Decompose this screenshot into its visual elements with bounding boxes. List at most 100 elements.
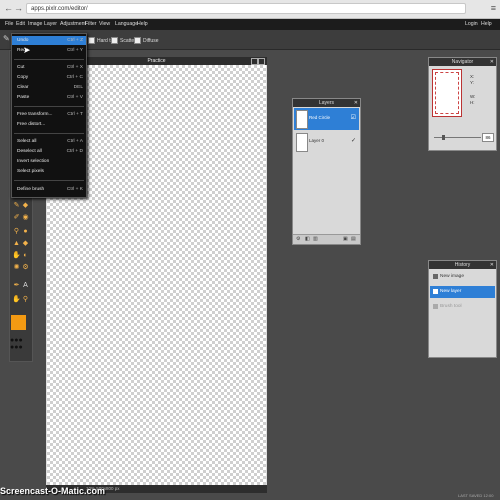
- sponge-icon[interactable]: ▲: [12, 239, 21, 248]
- zoom-icon[interactable]: ⚲: [21, 295, 30, 304]
- new-layer-icon[interactable]: ▣: [343, 236, 348, 242]
- back-icon[interactable]: ←: [4, 4, 13, 13]
- zoom-slider[interactable]: [434, 135, 481, 140]
- mouse-cursor-icon: ➤: [23, 45, 31, 55]
- browser-menu-icon[interactable]: ≡: [491, 3, 496, 13]
- menu-item-undo[interactable]: Undo Ctrl + Z: [12, 36, 86, 45]
- diffuse-label: Diffuse: [143, 37, 159, 44]
- menu-item-shortcut: Ctrl + Y: [66, 48, 83, 53]
- text-icon[interactable]: A: [21, 281, 30, 290]
- visibility-check-icon[interactable]: ✓: [351, 137, 356, 144]
- close-icon[interactable]: [258, 58, 265, 65]
- blur-icon[interactable]: ◆: [21, 239, 30, 248]
- layer-name: Red Circle: [309, 115, 331, 120]
- history-icon: [433, 274, 438, 279]
- history-panel: History ✕ New image New layer Brush tool: [428, 260, 497, 358]
- menu-item-label: Paste: [17, 95, 30, 100]
- layer-thumbnail: [296, 110, 308, 129]
- layer-row[interactable]: Layer 0 ✓: [294, 131, 359, 153]
- address-bar[interactable]: apps.pixlr.com/editor/: [26, 3, 466, 14]
- menu-divider: [14, 59, 84, 60]
- maximize-icon[interactable]: [251, 58, 258, 65]
- layer-row-selected[interactable]: Red Circle ☑: [294, 108, 359, 130]
- forward-icon[interactable]: →: [14, 4, 23, 13]
- navigator-panel: Navigator ✕ X: Y: W: H: 86: [428, 57, 497, 151]
- color-swatch[interactable]: [11, 315, 26, 330]
- dodge-icon[interactable]: ◐: [21, 251, 30, 260]
- layer-settings-icon[interactable]: ⚙: [296, 236, 300, 242]
- menu-view[interactable]: View: [99, 21, 110, 28]
- pencil-icon[interactable]: ✐: [12, 213, 21, 222]
- history-label: Brush tool: [440, 304, 462, 309]
- menu-divider: [14, 180, 84, 181]
- hand-icon[interactable]: ✋: [12, 295, 21, 304]
- layer-style-icon[interactable]: ▥: [313, 236, 318, 242]
- nav-h-label: H:: [470, 100, 475, 105]
- drop-icon[interactable]: ●: [21, 227, 30, 236]
- zoom-slider-handle[interactable]: [442, 135, 445, 140]
- palette-dots-icon[interactable]: ●●● ●●●: [10, 337, 30, 351]
- menu-image[interactable]: Image: [28, 21, 42, 28]
- layers-panel: Layers ✕ Red Circle ☑ Layer 0 ✓ ⚙ ◧ ▥ ▣ ▤: [292, 98, 361, 245]
- login-link[interactable]: Login: [465, 21, 478, 28]
- history-label: New layer: [440, 289, 462, 294]
- menu-item-free-distort[interactable]: Free distort...: [12, 120, 86, 129]
- menu-item-clear[interactable]: Clear DEL: [12, 83, 86, 92]
- eraser-icon[interactable]: ◆: [21, 201, 30, 210]
- clone-icon[interactable]: ⚙: [21, 263, 30, 272]
- pen-icon[interactable]: ✒: [12, 281, 21, 290]
- menu-item-paste[interactable]: Paste Ctrl + V: [12, 93, 86, 102]
- layer-mask-icon[interactable]: ◧: [305, 236, 310, 242]
- menu-layer[interactable]: Layer: [44, 21, 57, 28]
- history-item[interactable]: New image: [430, 271, 495, 283]
- help-link[interactable]: Help: [481, 21, 492, 28]
- menu-item-free-transform[interactable]: Free transform... Ctrl + T: [12, 110, 86, 119]
- close-icon[interactable]: ✕: [490, 58, 494, 66]
- menu-item-label: Invert selection: [17, 159, 50, 164]
- menu-item-select-pixels[interactable]: Select pixels: [12, 167, 86, 176]
- menu-item-shortcut: Ctrl + X: [66, 65, 83, 70]
- visibility-check-icon[interactable]: ☑: [351, 114, 356, 121]
- smudge-icon[interactable]: ✋: [12, 251, 21, 260]
- brush-tool-icon: ✎: [3, 34, 10, 43]
- menu-item-shortcut: Ctrl + C: [66, 75, 83, 80]
- menu-help[interactable]: Help: [137, 21, 148, 28]
- menu-item-invert-selection[interactable]: Invert selection: [12, 157, 86, 166]
- menu-item-label: Deselect all: [17, 149, 42, 154]
- color-replace-icon[interactable]: ✺: [12, 263, 21, 272]
- brush-icon[interactable]: ✎: [12, 201, 21, 210]
- bucket-icon[interactable]: ◉: [21, 213, 30, 222]
- zoom-input[interactable]: 86: [482, 133, 494, 142]
- menu-item-cut[interactable]: Cut Ctrl + X: [12, 63, 86, 72]
- scatter-checkbox[interactable]: Scatter: [111, 37, 136, 44]
- menu-item-shortcut: DEL: [73, 85, 83, 90]
- panel-title: Navigator: [451, 59, 474, 65]
- delete-layer-icon[interactable]: ▤: [351, 236, 356, 242]
- menu-edit[interactable]: Edit: [16, 21, 25, 28]
- menu-language[interactable]: Language: [115, 21, 138, 28]
- close-icon[interactable]: ✕: [354, 99, 358, 107]
- menu-file[interactable]: File: [5, 21, 13, 28]
- magnifier-icon[interactable]: ⚲: [12, 227, 21, 236]
- history-item-disabled[interactable]: Brush tool: [430, 301, 495, 313]
- menu-filter[interactable]: Filter: [85, 21, 97, 28]
- menu-item-copy[interactable]: Copy Ctrl + C: [12, 73, 86, 82]
- menu-item-deselect-all[interactable]: Deselect all Ctrl + D: [12, 147, 86, 156]
- menu-item-shortcut: Ctrl + T: [67, 112, 83, 117]
- diffuse-checkbox[interactable]: Diffuse: [134, 37, 158, 44]
- menu-item-label: Clear: [17, 85, 29, 90]
- menu-item-define-brush[interactable]: Define brush Ctrl + K: [12, 185, 86, 194]
- menu-adjustment[interactable]: Adjustment: [60, 21, 86, 28]
- navigator-thumbnail[interactable]: [432, 69, 462, 117]
- history-titlebar: History ✕: [429, 261, 496, 269]
- nav-w-label: W:: [470, 94, 476, 99]
- close-icon[interactable]: ✕: [490, 261, 494, 269]
- menu-item-select-all[interactable]: Select all Ctrl + A: [12, 137, 86, 146]
- browser-bar: ← → apps.pixlr.com/editor/ ≡: [0, 0, 500, 19]
- layer-name: Layer 0: [309, 138, 325, 143]
- panel-title: Layers: [318, 100, 334, 106]
- menu-item-label: Select pixels: [17, 169, 44, 174]
- menu-item-shortcut: Ctrl + K: [66, 187, 83, 192]
- history-item-selected[interactable]: New layer: [430, 286, 495, 298]
- status-text: LAST SAVED 12:00: [458, 493, 494, 498]
